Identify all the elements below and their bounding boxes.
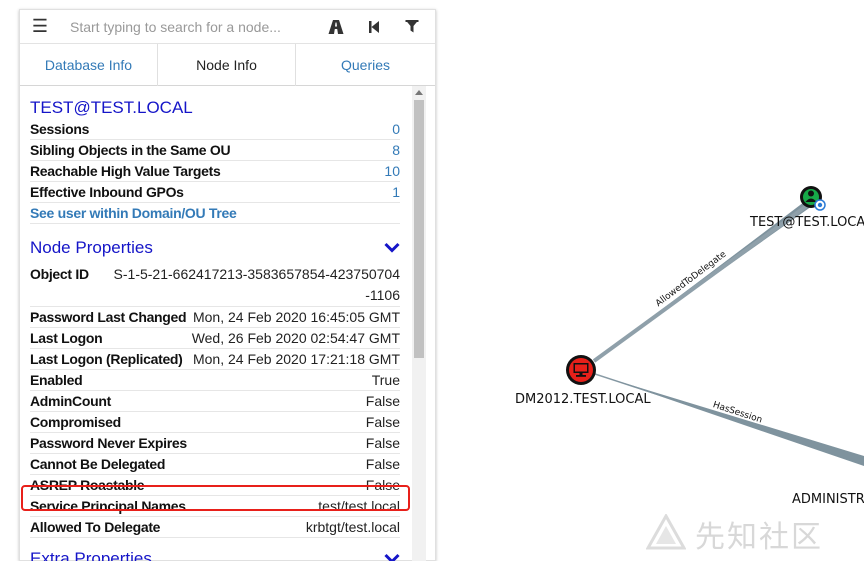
property-row: Cannot Be Delegated False bbox=[30, 454, 400, 475]
panel-tabs: Database Info Node Info Queries bbox=[20, 44, 435, 86]
reachable-hvt-count[interactable]: 10 bbox=[384, 161, 400, 181]
property-key: AdminCount bbox=[30, 393, 111, 409]
property-value: False bbox=[365, 393, 400, 409]
property-value: False bbox=[365, 414, 400, 430]
property-key: Password Last Changed bbox=[30, 309, 187, 325]
node-info-scroll-area: TEST@TEST.LOCAL Sessions 0 Sibling Objec… bbox=[20, 86, 420, 561]
see-user-in-tree-link[interactable]: See user within Domain/OU Tree bbox=[30, 203, 400, 224]
tab-database-info[interactable]: Database Info bbox=[20, 44, 158, 86]
property-value: krbtgt/test.local bbox=[305, 519, 400, 535]
property-value: False bbox=[365, 435, 400, 451]
property-value: False bbox=[365, 477, 400, 493]
road-icon bbox=[328, 19, 344, 34]
property-row: ASREP Roastable False bbox=[30, 475, 400, 496]
property-key: Password Never Expires bbox=[30, 435, 187, 451]
node-properties-header[interactable]: Node Properties bbox=[30, 236, 400, 260]
property-value: False bbox=[365, 456, 400, 472]
section-title: Node Properties bbox=[30, 238, 153, 257]
overview-key: Effective Inbound GPOs bbox=[30, 184, 184, 200]
node-label-test: TEST@TEST.LOCA bbox=[750, 215, 864, 230]
filter-button[interactable] bbox=[393, 10, 431, 44]
tab-node-info[interactable]: Node Info bbox=[158, 44, 296, 86]
search-bar: ☰ bbox=[20, 10, 435, 44]
node-label-dm2012: DM2012.TEST.LOCAL bbox=[515, 392, 651, 407]
bloodhound-app: TEST@TEST.LOCA DM2012.TEST.LOCAL ADMINIS… bbox=[0, 0, 864, 561]
property-value: Mon, 24 Feb 2020 17:21:18 GMT bbox=[192, 351, 400, 367]
overview-row-sessions: Sessions 0 bbox=[30, 119, 400, 140]
property-key: Last Logon (Replicated) bbox=[30, 351, 183, 367]
filter-icon bbox=[405, 20, 419, 33]
hamburger-icon: ☰ bbox=[31, 16, 49, 36]
property-row: Last Logon Wed, 26 Feb 2020 02:54:47 GMT bbox=[30, 328, 400, 349]
overview-row-sibling-objects: Sibling Objects in the Same OU 8 bbox=[30, 140, 400, 161]
property-key: Service Principal Names bbox=[30, 498, 186, 514]
back-button[interactable] bbox=[355, 10, 393, 44]
property-key: Compromised bbox=[30, 414, 121, 430]
property-value: Wed, 26 Feb 2020 02:54:47 GMT bbox=[191, 330, 400, 346]
property-row-object-id: Object ID S-1-5-21-662417213-3583657854-… bbox=[30, 264, 400, 307]
property-row: Password Never Expires False bbox=[30, 433, 400, 454]
node-name-title: TEST@TEST.LOCAL bbox=[30, 98, 193, 117]
menu-button[interactable]: ☰ bbox=[20, 10, 60, 44]
scrollbar-thumb[interactable] bbox=[414, 100, 424, 358]
pathfinding-button[interactable] bbox=[317, 10, 355, 44]
property-key: Cannot Be Delegated bbox=[30, 456, 166, 472]
watermark: 先知社区 bbox=[695, 520, 823, 555]
chevron-down-icon[interactable] bbox=[384, 242, 400, 254]
extra-properties-header[interactable]: Extra Properties bbox=[30, 547, 400, 561]
property-row: AdminCount False bbox=[30, 391, 400, 412]
property-value: True bbox=[371, 372, 400, 388]
panel-scrollbar[interactable] bbox=[412, 86, 426, 561]
property-key: Allowed To Delegate bbox=[30, 519, 161, 535]
property-value: Mon, 24 Feb 2020 16:45:05 GMT bbox=[192, 309, 400, 325]
property-row: Allowed To Delegate krbtgt/test.local bbox=[30, 517, 400, 538]
inbound-gpos-count[interactable]: 1 bbox=[392, 182, 400, 202]
property-key: Object ID bbox=[30, 266, 89, 282]
step-backward-icon bbox=[369, 20, 379, 33]
node-info-panel: ☰ Database Info bbox=[19, 9, 436, 561]
node-info-content: TEST@TEST.LOCAL Sessions 0 Sibling Objec… bbox=[20, 86, 435, 561]
node-label-administrator: ADMINISTR bbox=[792, 492, 864, 507]
property-key: Last Logon bbox=[30, 330, 103, 346]
section-title: Extra Properties bbox=[30, 549, 152, 561]
chevron-down-icon[interactable] bbox=[384, 553, 400, 561]
property-value: test/test.local bbox=[318, 498, 400, 514]
scroll-up-arrow-icon[interactable] bbox=[415, 90, 423, 95]
property-key: ASREP Roastable bbox=[30, 477, 145, 493]
overview-key: Reachable High Value Targets bbox=[30, 163, 221, 179]
property-row: Password Last Changed Mon, 24 Feb 2020 1… bbox=[30, 307, 400, 328]
edge-has-session[interactable] bbox=[594, 373, 864, 466]
computer-node-dm2012[interactable] bbox=[566, 355, 596, 385]
watermark-logo-icon bbox=[646, 514, 686, 550]
overview-row-reachable-hvt: Reachable High Value Targets 10 bbox=[30, 161, 400, 182]
tab-queries[interactable]: Queries bbox=[296, 44, 435, 86]
overview-key: Sessions bbox=[30, 121, 90, 137]
property-row: Enabled True bbox=[30, 370, 400, 391]
property-row: Compromised False bbox=[30, 412, 400, 433]
property-value: S-1-5-21-662417213-3583657854-423750704-… bbox=[113, 266, 400, 303]
sessions-count[interactable]: 0 bbox=[392, 119, 400, 139]
property-key: Enabled bbox=[30, 372, 83, 388]
sibling-objects-count[interactable]: 8 bbox=[392, 140, 400, 160]
overview-key: Sibling Objects in the Same OU bbox=[30, 142, 231, 158]
property-row: Last Logon (Replicated) Mon, 24 Feb 2020… bbox=[30, 349, 400, 370]
search-input[interactable] bbox=[60, 11, 310, 42]
property-row-spn: Service Principal Names test/test.local bbox=[30, 496, 400, 517]
overview-row-inbound-gpos: Effective Inbound GPOs 1 bbox=[30, 182, 400, 203]
